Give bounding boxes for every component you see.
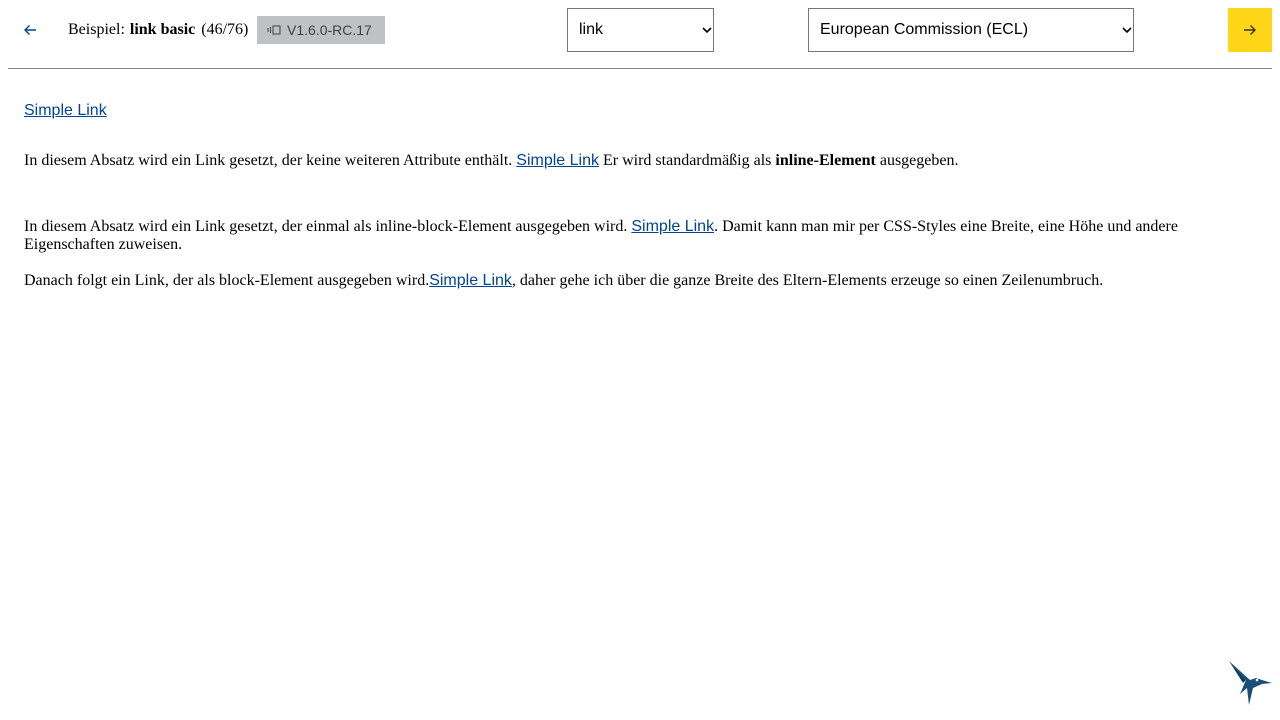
title-prefix: Beispiel: [68,21,125,38]
arrow-right-icon [1243,24,1257,36]
paragraph-inline-block-link: In diesem Absatz wird ein Link gesetzt, … [24,218,1256,254]
version-label: V1.6.0-RC.17 [287,22,372,38]
arrow-left-icon [23,24,37,36]
paragraph-bold-text: inline-Element [775,152,876,169]
paragraph-text: ausgegeben. [879,152,959,169]
title-count: (46/76) [201,21,249,38]
paragraph-text: Er wird standardmäßig als [603,152,772,169]
title-name: link basic [129,21,196,38]
chevron-down-icon [1121,24,1133,36]
design-system-select-value: European Commission (ECL) [820,21,1029,38]
chevron-down-icon [701,24,713,36]
previous-example-button[interactable] [14,16,46,44]
version-badge: V1.6.0-RC.17 [257,16,385,44]
top-bar: Beispiel: link basic (46/76) V1.6.0-RC.17… [0,0,1280,60]
hummingbird-logo-icon [1226,658,1274,708]
design-system-select[interactable]: European Commission (ECL) [808,8,1134,52]
component-select-value: link [579,21,604,38]
paragraph-block-link: Danach folgt ein Link, der als block-Ele… [24,272,1256,290]
paragraph-text: Danach folgt ein Link, der als block-Ele… [24,272,430,289]
version-icon [267,25,281,35]
simple-link-block[interactable]: Simple Link [429,272,512,289]
header-divider [8,68,1272,69]
paragraph-text: , daher gehe ich über die ganze Breite d… [511,272,1104,289]
standalone-link-block: Simple Link [24,102,107,120]
next-example-button[interactable] [1228,8,1272,52]
example-title: Beispiel: link basic (46/76) [68,20,248,40]
simple-link-inline[interactable]: Simple Link [516,152,599,169]
simple-link[interactable]: Simple Link [24,102,107,119]
paragraph-text: In diesem Absatz wird ein Link gesetzt, … [24,218,628,235]
simple-link-inline-block[interactable]: Simple Link [631,218,714,236]
component-select[interactable]: link [567,8,714,52]
paragraph-text: In diesem Absatz wird ein Link gesetzt, … [24,152,513,169]
paragraph-inline-link: In diesem Absatz wird ein Link gesetzt, … [24,152,1256,170]
